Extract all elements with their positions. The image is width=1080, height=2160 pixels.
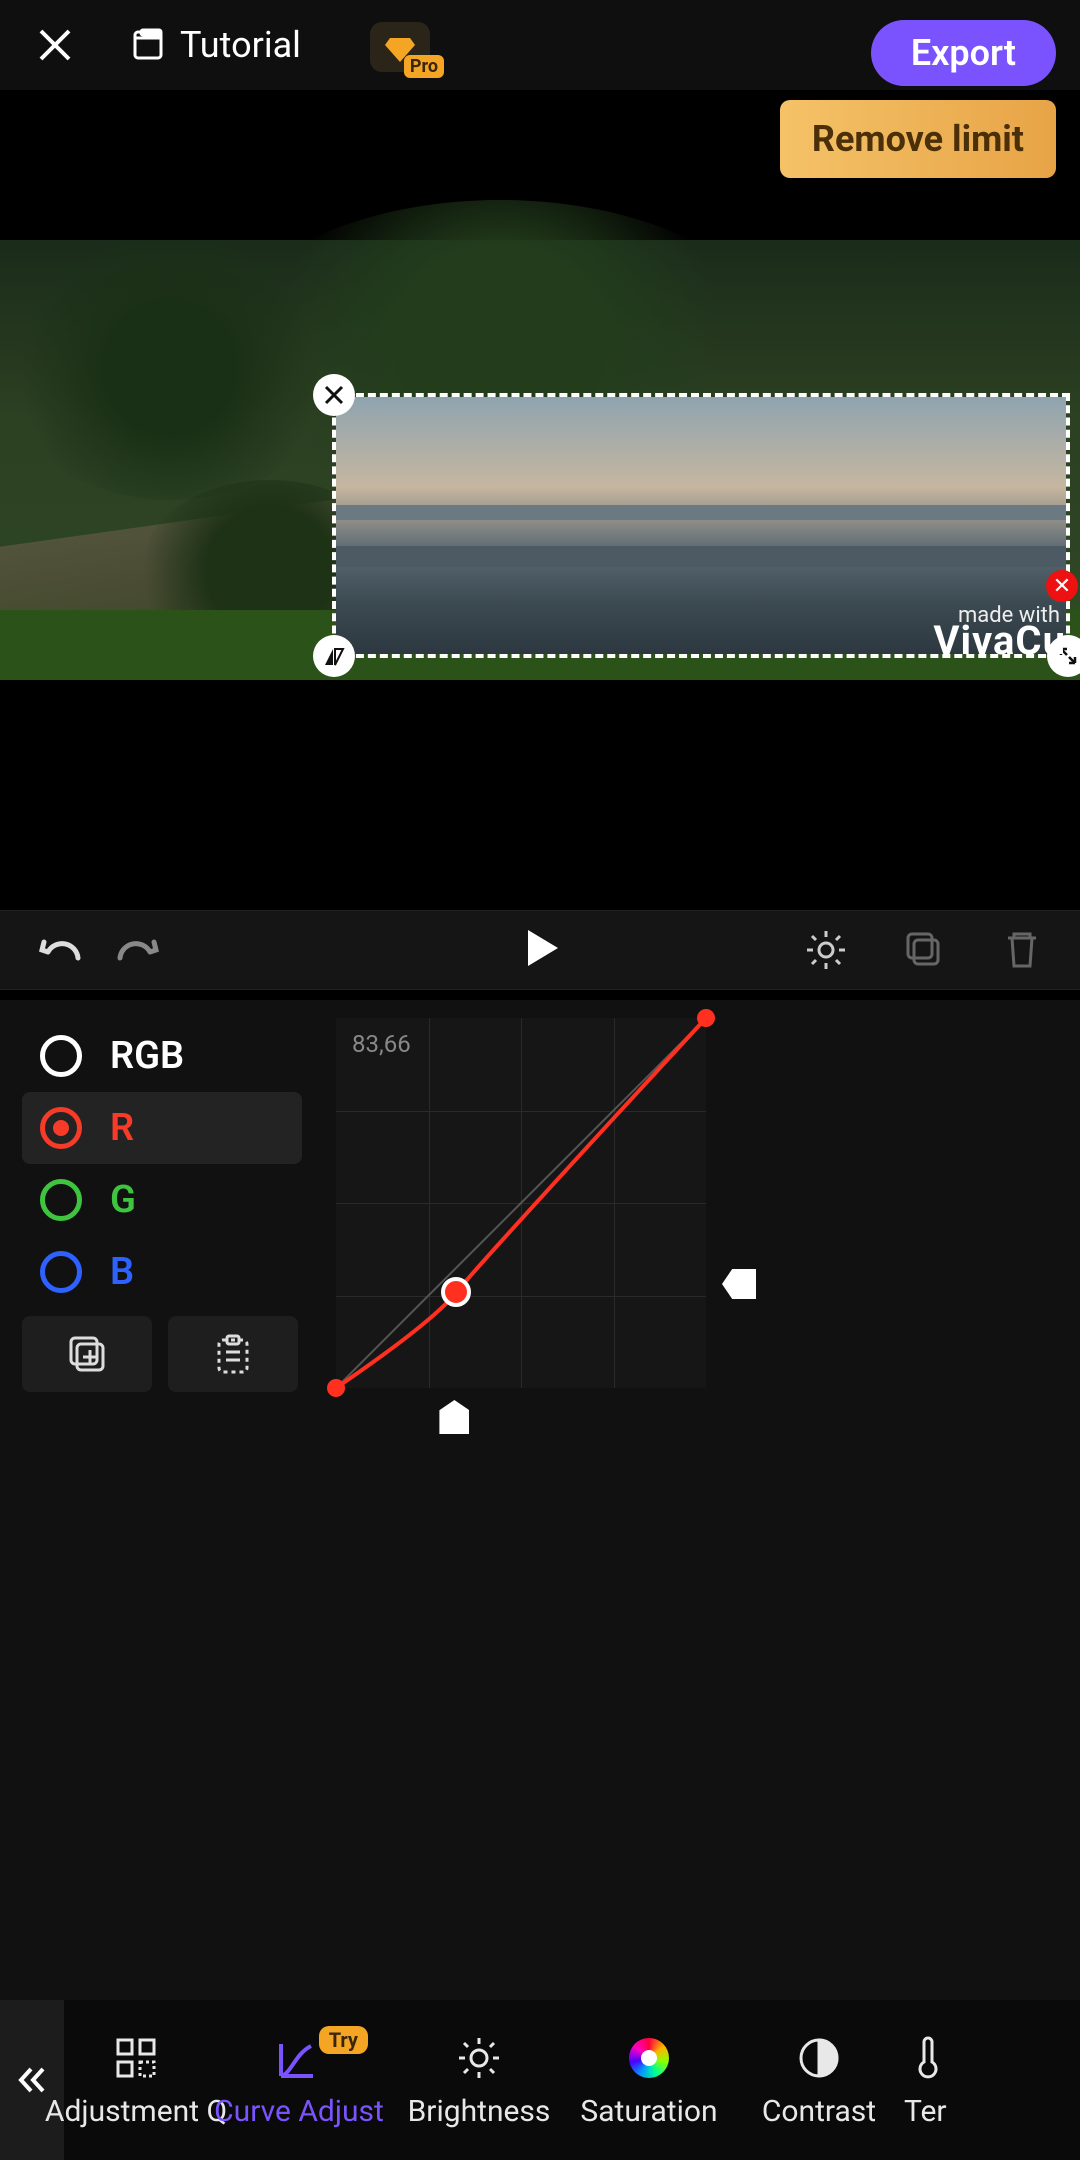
slider-knob-x[interactable] <box>439 1400 469 1434</box>
channel-label: R <box>110 1106 134 1150</box>
channel-label: B <box>110 1250 134 1294</box>
channel-label: RGB <box>110 1034 184 1078</box>
gear-icon <box>804 928 848 972</box>
delete-button[interactable] <box>1000 928 1044 972</box>
play-button[interactable] <box>518 926 562 974</box>
channel-label: G <box>110 1178 136 1222</box>
export-button[interactable]: Export <box>871 20 1056 86</box>
tool-label: Ter <box>904 2094 947 2129</box>
curve-actions <box>22 1316 298 1392</box>
mirror-icon <box>323 645 345 667</box>
close-button[interactable] <box>30 20 80 70</box>
tool-label: Adjustment Q <box>45 2094 227 2129</box>
curve-coord-label: 83,66 <box>352 1030 411 1058</box>
trash-icon <box>1000 928 1044 972</box>
remove-limit-button[interactable]: Remove limit <box>780 100 1056 178</box>
tool-adjustment-q[interactable]: Adjustment Q <box>68 2032 204 2129</box>
redo-icon <box>112 932 162 968</box>
channel-list: RGB R G B <box>22 1020 302 1308</box>
top-bar: Tutorial Pro Export <box>0 0 1080 90</box>
curve-icon <box>275 2034 323 2082</box>
close-icon <box>323 384 345 406</box>
tool-label: Brightness <box>408 2094 551 2129</box>
curve-adjust-panel: RGB R G B 83,66 <box>0 1000 1080 2000</box>
slider-knob-y[interactable] <box>722 1269 756 1299</box>
channel-b[interactable]: B <box>22 1236 302 1308</box>
channel-r[interactable]: R <box>22 1092 302 1164</box>
curve-point-start[interactable] <box>327 1379 345 1397</box>
overlay-clip <box>336 397 1066 654</box>
undo-icon <box>36 932 86 968</box>
tool-temperature[interactable]: Ter <box>904 2032 964 2129</box>
transport-bar <box>0 910 1080 990</box>
close-icon <box>35 25 75 65</box>
paste-button[interactable] <box>168 1316 298 1392</box>
tool-label: Saturation <box>580 2094 717 2129</box>
chevron-double-left-icon <box>15 2063 49 2097</box>
curve-svg <box>336 1018 706 1388</box>
overlay-delete-handle[interactable] <box>313 374 355 416</box>
tutorial-label: Tutorial <box>180 24 301 66</box>
saturation-icon <box>629 2038 669 2078</box>
tool-brightness[interactable]: Brightness <box>394 2032 564 2129</box>
tool-curve-adjust[interactable]: Try Curve Adjust <box>204 2032 394 2129</box>
play-icon <box>518 926 562 970</box>
overlay-mirror-handle[interactable] <box>313 635 355 677</box>
curve-y-slider[interactable] <box>722 1018 758 1388</box>
watermark-close[interactable]: ✕ <box>1046 570 1078 602</box>
overlay-selection[interactable]: ✕ made with VivaCu <box>332 393 1070 658</box>
add-point-button[interactable] <box>22 1316 152 1392</box>
preview-canvas[interactable]: ✕ made with VivaCu <box>0 240 1080 680</box>
adjustment-icon <box>112 2034 160 2082</box>
pro-badge[interactable]: Pro <box>370 22 430 72</box>
tool-label: Contrast <box>762 2094 876 2129</box>
book-icon <box>130 27 166 63</box>
watermark-brand: VivaCu <box>933 617 1066 664</box>
brightness-icon <box>455 2034 503 2082</box>
curve-point-end[interactable] <box>697 1009 715 1027</box>
collapse-tools-button[interactable] <box>0 2000 64 2160</box>
channel-g[interactable]: G <box>22 1164 302 1236</box>
tool-strip: Adjustment Q Try Curve Adjust Brightness… <box>0 2000 1080 2160</box>
tutorial-button[interactable]: Tutorial <box>130 24 301 66</box>
copy-button[interactable] <box>902 928 946 972</box>
tool-label: Curve Adjust <box>214 2094 384 2129</box>
clipboard-icon <box>211 1332 255 1376</box>
add-copy-icon <box>65 1332 109 1376</box>
channel-rgb[interactable]: RGB <box>22 1020 302 1092</box>
thermometer-icon <box>904 2034 952 2082</box>
contrast-icon <box>795 2034 843 2082</box>
copy-icon <box>902 928 946 972</box>
curve-graph[interactable]: 83,66 <box>336 1018 706 1388</box>
tool-saturation[interactable]: Saturation <box>564 2032 734 2129</box>
try-tag: Try <box>319 2026 368 2054</box>
tool-contrast[interactable]: Contrast <box>734 2032 904 2129</box>
settings-button[interactable] <box>804 928 848 972</box>
redo-button[interactable] <box>112 932 162 968</box>
undo-button[interactable] <box>36 932 86 968</box>
pro-tag: Pro <box>404 55 444 78</box>
curve-x-slider[interactable] <box>336 1400 706 1436</box>
